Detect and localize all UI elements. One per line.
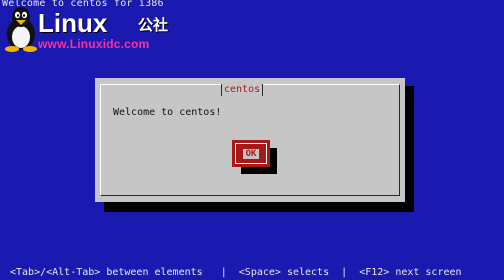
dialog-title: centos — [221, 84, 264, 96]
logo-url: www.Linuxidc.com — [38, 37, 150, 51]
tux-penguin-icon — [5, 7, 37, 52]
dialog-message: Welcome to centos! — [113, 107, 222, 118]
welcome-dialog: centos Welcome to centos! OK — [95, 78, 405, 202]
ok-button-label: OK — [242, 148, 260, 159]
console-screen: Welcome to centos for i386 Linux 公社 www.… — [0, 0, 504, 280]
linuxidc-logo: Linux 公社 www.Linuxidc.com — [0, 6, 200, 52]
logo-brand-cn: 公社 — [138, 16, 169, 34]
dialog-frame: centos Welcome to centos! OK — [100, 84, 400, 196]
logo-brand: Linux — [38, 8, 108, 38]
ok-button[interactable]: OK — [232, 140, 270, 167]
help-line: <Tab>/<Alt-Tab> between elements | <Spac… — [10, 267, 462, 278]
ok-button-frame: OK — [235, 143, 267, 164]
